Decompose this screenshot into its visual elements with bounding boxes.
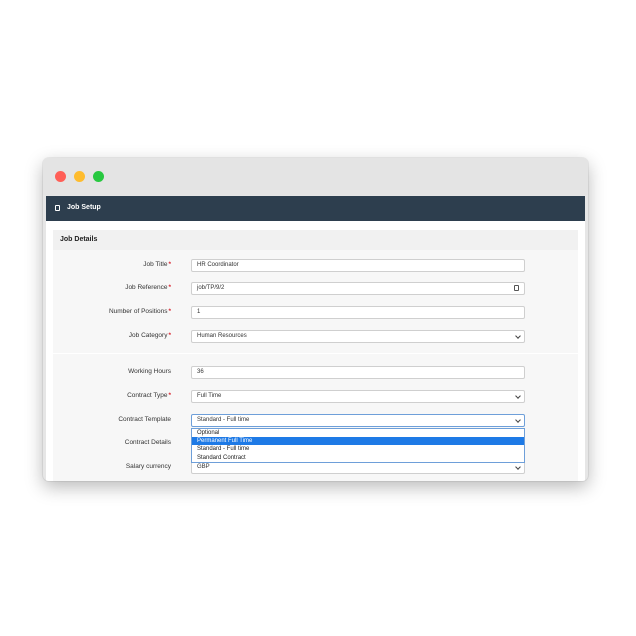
required-marker: * xyxy=(168,261,171,268)
app-window: Job Setup Job Details Job Title* HR Coor… xyxy=(43,158,588,481)
required-marker: * xyxy=(168,392,171,399)
calendar-icon xyxy=(55,205,60,211)
contract-template-label-text: Contract Template xyxy=(118,416,171,423)
dropdown-option[interactable]: Optional xyxy=(192,429,524,437)
panel-title: Job Setup xyxy=(67,204,101,211)
dropdown-option[interactable]: Permanent Full Time xyxy=(192,437,524,446)
job-reference-label-text: Job Reference xyxy=(125,284,168,291)
contract-details-label-text: Contract Details xyxy=(124,439,171,446)
working-hours-input[interactable]: 36 xyxy=(191,366,525,379)
panel-header: Job Setup xyxy=(46,196,585,221)
maximize-window-button[interactable] xyxy=(93,171,104,182)
chevron-down-icon xyxy=(515,464,521,470)
job-reference-value: job/TP/9/2 xyxy=(197,285,225,291)
calculator-icon[interactable] xyxy=(514,285,519,291)
job-category-value: Human Resources xyxy=(197,333,247,339)
contract-template-label: Contract Template xyxy=(46,416,171,423)
job-title-input[interactable]: HR Coordinator xyxy=(191,259,525,272)
chevron-down-icon xyxy=(515,333,521,339)
salary-currency-label-text: Salary currency xyxy=(125,463,171,470)
job-category-label-text: Job Category xyxy=(128,332,168,339)
salary-currency-value: GBP xyxy=(197,464,210,470)
contract-template-value: Standard - Full time xyxy=(197,417,250,423)
contract-type-select[interactable]: Full Time xyxy=(191,390,525,403)
dropdown-option[interactable]: Standard - Full time xyxy=(192,445,524,453)
close-window-button[interactable] xyxy=(55,171,66,182)
contract-template-select[interactable]: Standard - Full time xyxy=(191,414,525,427)
window-titlebar xyxy=(43,158,588,195)
chevron-down-icon xyxy=(515,393,521,399)
num-positions-label: Number of Positions* xyxy=(46,308,171,315)
working-hours-label: Working Hours xyxy=(46,368,171,375)
contract-type-label-text: Contract Type xyxy=(127,392,168,399)
section-header: Job Details xyxy=(53,230,578,250)
job-title-label-text: Job Title xyxy=(143,261,168,268)
job-category-select[interactable]: Human Resources xyxy=(191,330,525,343)
job-title-label: Job Title* xyxy=(46,261,171,268)
job-reference-input[interactable]: job/TP/9/2 xyxy=(191,282,525,295)
job-setup-app: Job Setup Job Details Job Title* HR Coor… xyxy=(46,196,585,481)
minimize-window-button[interactable] xyxy=(74,171,85,182)
contract-type-label: Contract Type* xyxy=(46,392,171,399)
salary-currency-label: Salary currency xyxy=(46,463,171,470)
job-category-label: Job Category* xyxy=(46,332,171,339)
contract-template-dropdown: Optional Permanent Full Time Standard - … xyxy=(191,428,525,463)
required-marker: * xyxy=(168,284,171,291)
required-marker: * xyxy=(168,332,171,339)
num-positions-input[interactable]: 1 xyxy=(191,306,525,319)
required-marker: * xyxy=(168,308,171,315)
chevron-down-icon xyxy=(515,417,521,423)
dropdown-option[interactable]: Standard Contract xyxy=(192,454,524,462)
contract-details-label: Contract Details xyxy=(46,439,171,446)
num-positions-label-text: Number of Positions xyxy=(108,308,168,315)
working-hours-label-text: Working Hours xyxy=(128,368,171,375)
section-title: Job Details xyxy=(60,236,98,243)
contract-type-value: Full Time xyxy=(197,393,222,399)
job-reference-label: Job Reference* xyxy=(46,284,171,291)
section-divider xyxy=(53,353,578,354)
